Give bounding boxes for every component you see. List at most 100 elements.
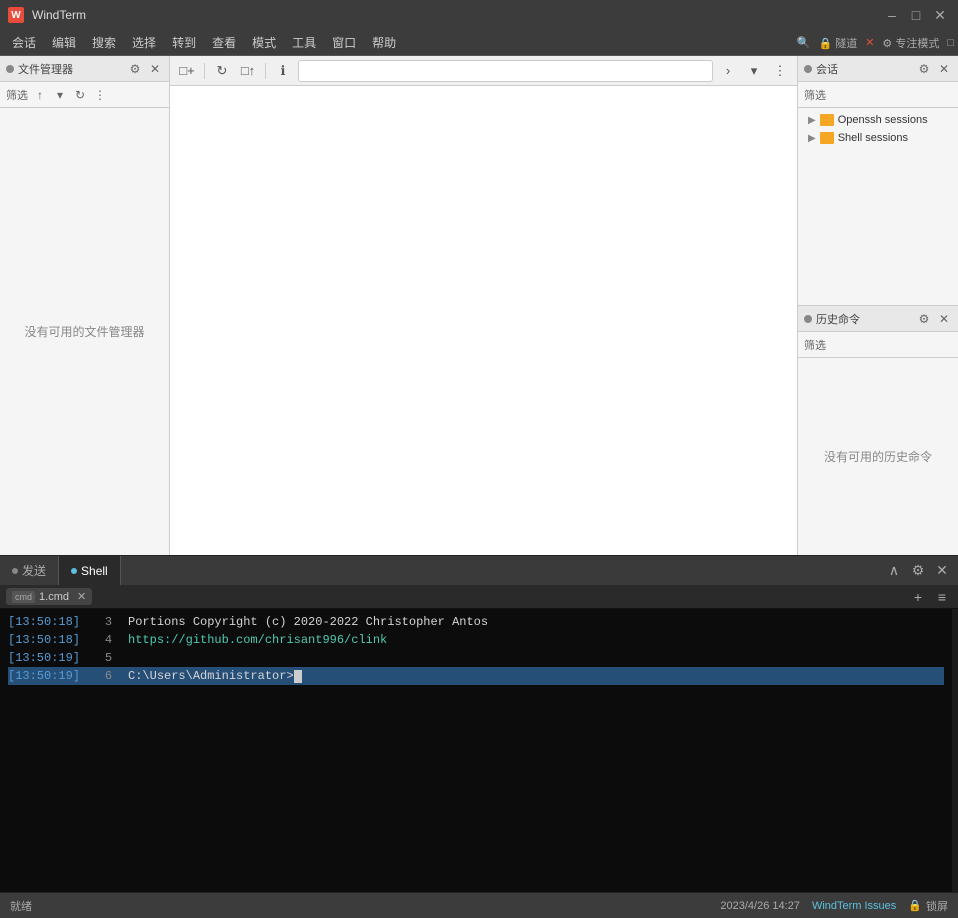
sessions-title: 会话	[816, 61, 912, 77]
maximize-button[interactable]: □	[906, 5, 926, 25]
terminal-add-btn[interactable]: +	[908, 587, 928, 607]
x-close-btn[interactable]: ✕	[865, 36, 874, 49]
upload2-btn[interactable]: □↑	[237, 60, 259, 82]
history-dot	[804, 315, 812, 323]
refresh-btn[interactable]: ↻	[72, 87, 88, 103]
center-more-btn[interactable]: ⋮	[769, 60, 791, 82]
terminal-close-btn[interactable]: ✕	[932, 561, 952, 581]
sessions-toolbar: 筛选	[798, 82, 958, 108]
minimize-button[interactable]: –	[882, 5, 902, 25]
download-arrow-btn[interactable]: ▾	[52, 87, 68, 103]
term-line-4: [13:50:18] 4 https://github.com/chrisant…	[8, 631, 944, 649]
history-settings-btn[interactable]: ⚙	[916, 311, 932, 327]
file-manager-panel: 文件管理器 ⚙ ✕ 筛选 ↑ ▾ ↻ ⋮ 没有可用的文件管理器	[0, 56, 170, 555]
term-line-6: [13:50:19] 6 C:\Users\Administrator>	[8, 667, 944, 685]
toolbar-divider-1	[204, 63, 205, 79]
menu-goto[interactable]: 转到	[164, 32, 204, 53]
file-manager-settings-btn[interactable]: ⚙	[127, 61, 143, 77]
tunnel-btn[interactable]: 🔒 隧道	[818, 35, 857, 51]
sessions-settings-btn[interactable]: ⚙	[916, 61, 932, 77]
menu-right-area: 🔍 🔒 隧道 ✕ ⚙ 专注模式 □	[797, 35, 954, 51]
sessions-filter-label: 筛选	[804, 87, 826, 103]
reload-btn[interactable]: ↻	[211, 60, 233, 82]
term-ts-3: [13:50:18]	[8, 613, 80, 631]
menu-session[interactable]: 会话	[4, 32, 44, 53]
menu-help[interactable]: 帮助	[364, 32, 404, 53]
sessions-header: 会话 ⚙ ✕	[798, 56, 958, 82]
window-controls: – □ ✕	[882, 5, 950, 25]
menu-mode[interactable]: 模式	[244, 32, 284, 53]
bottom-tab-bar: 发送 Shell ∧ ⚙ ✕	[0, 555, 958, 585]
menu-search[interactable]: 搜索	[84, 32, 124, 53]
tab-right-controls: ∧ ⚙ ✕	[884, 556, 958, 585]
session-item-openssh[interactable]: ▶ Openssh sessions	[804, 112, 952, 128]
upload-btn[interactable]: ↑	[32, 87, 48, 103]
right-panel: 会话 ⚙ ✕ 筛选 ▶ Openssh sessions ▶ Shell ses…	[798, 56, 958, 555]
menu-tools[interactable]: 工具	[284, 32, 324, 53]
history-filter-label: 筛选	[804, 337, 826, 353]
send-dot	[12, 568, 18, 574]
menu-bar: 会话 编辑 搜索 选择 转到 查看 模式 工具 窗口 帮助 🔍 🔒 隧道 ✕ ⚙…	[0, 30, 958, 56]
file-manager-title: 文件管理器	[18, 61, 123, 77]
focus-mode-btn[interactable]: ⚙ 专注模式	[882, 35, 939, 51]
history-title: 历史命令	[816, 311, 912, 327]
openssh-label: Openssh sessions	[838, 114, 928, 126]
history-header: 历史命令 ⚙ ✕	[798, 306, 958, 332]
shell-arrow: ▶	[808, 133, 816, 144]
cmd-tab-label: 1.cmd	[39, 591, 69, 603]
center-toolbar: □+ ↻ □↑ ℹ › ▾ ⋮	[170, 56, 797, 86]
new-tab-btn[interactable]: □+	[176, 60, 198, 82]
term-ts-5: [13:50:19]	[8, 649, 80, 667]
status-text: 就绪	[10, 898, 32, 914]
more-btn[interactable]: ⋮	[92, 87, 108, 103]
menu-window[interactable]: 窗口	[324, 32, 364, 53]
term-ts-4: [13:50:18]	[8, 631, 80, 649]
status-right: 2023/4/26 14:27 WindTerm Issues 🔒 锁屏	[720, 898, 948, 914]
cmd-tab[interactable]: cmd 1.cmd ✕	[6, 588, 92, 605]
tab-shell[interactable]: Shell	[59, 556, 121, 585]
menu-select[interactable]: 选择	[124, 32, 164, 53]
search-icon-btn[interactable]: 🔍	[797, 36, 811, 49]
center-panel: □+ ↻ □↑ ℹ › ▾ ⋮	[170, 56, 798, 555]
menu-edit[interactable]: 编辑	[44, 32, 84, 53]
history-close-btn[interactable]: ✕	[936, 311, 952, 327]
term-text-3: Portions Copyright (c) 2020-2022 Christo…	[128, 613, 488, 631]
file-manager-toolbar: 筛选 ↑ ▾ ↻ ⋮	[0, 82, 169, 108]
shell-folder-icon	[820, 132, 834, 144]
expand-btn[interactable]: ▾	[743, 60, 765, 82]
close-button[interactable]: ✕	[930, 5, 950, 25]
title-bar: W WindTerm – □ ✕	[0, 0, 958, 30]
terminal-output: [13:50:18] 3 Portions Copyright (c) 2020…	[0, 609, 952, 892]
toolbar-divider-2	[265, 63, 266, 79]
issues-link[interactable]: WindTerm Issues	[812, 900, 896, 912]
menu-view[interactable]: 查看	[204, 32, 244, 53]
term-line-3: [13:50:18] 3 Portions Copyright (c) 2020…	[8, 613, 944, 631]
collapse-btn[interactable]: ∧	[884, 561, 904, 581]
cmd-badge: cmd	[12, 591, 35, 603]
file-manager-filter-label: 筛选	[6, 87, 28, 103]
term-ln-6: 6	[96, 667, 112, 685]
history-toolbar: 筛选	[798, 332, 958, 358]
shell-label: Shell sessions	[838, 132, 908, 144]
address-input[interactable]	[298, 60, 713, 82]
sessions-close-btn[interactable]: ✕	[936, 61, 952, 77]
openssh-folder-icon	[820, 114, 834, 126]
shell-tab-label: Shell	[81, 564, 108, 578]
terminal-settings-btn[interactable]: ⚙	[908, 561, 928, 581]
info-btn[interactable]: ℹ	[272, 60, 294, 82]
sessions-dot	[804, 65, 812, 73]
file-manager-close-btn[interactable]: ✕	[147, 61, 163, 77]
session-item-shell[interactable]: ▶ Shell sessions	[804, 130, 952, 146]
send-tab-label: 发送	[22, 562, 46, 579]
lock-area[interactable]: 🔒 锁屏	[908, 898, 948, 914]
term-text-6: C:\Users\Administrator>	[128, 667, 302, 685]
nav-forward-btn[interactable]: ›	[717, 60, 739, 82]
cmd-close-btn[interactable]: ✕	[77, 590, 86, 603]
shell-dot	[71, 568, 77, 574]
pin-btn[interactable]: □	[947, 37, 954, 49]
terminal-scrollbar[interactable]	[952, 609, 958, 892]
tab-send[interactable]: 发送	[0, 556, 59, 585]
history-empty: 没有可用的历史命令	[798, 358, 958, 555]
term-line-5: [13:50:19] 5	[8, 649, 944, 667]
terminal-menu-btn[interactable]: ≡	[932, 587, 952, 607]
